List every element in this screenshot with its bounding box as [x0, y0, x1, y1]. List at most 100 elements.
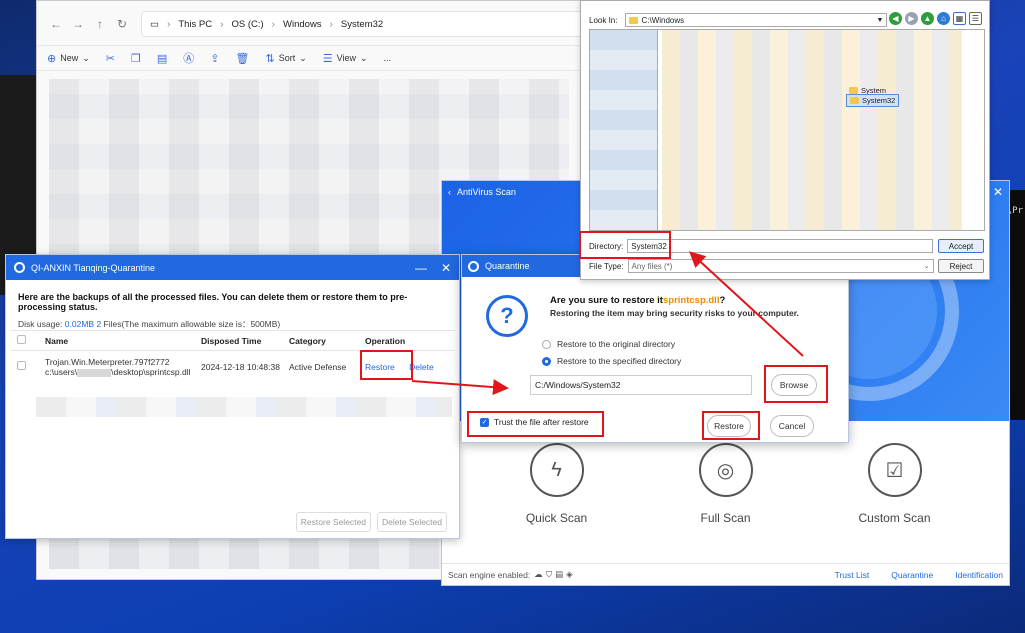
look-in-combo[interactable]: C:\Windows ▼ — [625, 13, 888, 27]
up-arrow-icon[interactable]: ↑ — [89, 13, 111, 35]
restore-path-input[interactable]: C:/Windows/System32 — [530, 375, 752, 395]
reject-button[interactable]: Reject — [938, 259, 984, 273]
minimize-icon[interactable]: — — [415, 261, 427, 275]
blurred-file-area — [662, 30, 962, 230]
restore-dialog: Quarantine ? Are you sure to restore its… — [461, 254, 849, 443]
column-operation: Operation — [359, 330, 455, 351]
breadcrumb-windows[interactable]: Windows — [283, 19, 322, 30]
look-in-row: Look In: C:\Windows ▼ — [589, 13, 888, 27]
custom-scan-button[interactable]: ☑ Custom Scan — [835, 443, 955, 525]
restore-specified-option[interactable]: Restore to the specified directory — [542, 356, 681, 366]
table-header-row: Name Disposed Time Category Operation — [11, 330, 455, 351]
view-icon: ☰ — [322, 52, 333, 65]
new-button[interactable]: ⊕ New ⌄ — [47, 52, 90, 65]
restore-dialog-title: Quarantine — [485, 261, 530, 271]
folder-item-system32[interactable]: System32 — [846, 94, 900, 107]
back-arrow-icon[interactable]: ← — [45, 13, 67, 35]
quarantine-description: Here are the backups of all the processe… — [18, 292, 408, 312]
folder-icon — [849, 87, 858, 94]
antivirus-title: AntiVirus Scan — [457, 187, 516, 197]
qianxin-logo-icon — [14, 262, 25, 273]
blurred-row — [36, 397, 452, 417]
radio-original[interactable] — [542, 339, 551, 349]
delete-button[interactable]: 🗑 — [236, 52, 250, 65]
forward-icon[interactable]: ▶ — [905, 12, 918, 25]
qianxin-logo-icon — [468, 260, 479, 272]
file-chooser-toolbar: ◀ ▶ ▲ ⌂ ▦ ☰ — [889, 12, 982, 25]
delete-selected-button[interactable]: Delete Selected — [376, 512, 447, 532]
chevron-right-icon: › — [220, 18, 224, 30]
sort-icon: ⇅ — [265, 52, 275, 65]
chevron-right-icon: › — [271, 18, 276, 30]
question-icon: ? — [486, 295, 528, 337]
full-scan-icon: ◎ — [698, 443, 753, 497]
directory-input[interactable]: System32 — [627, 239, 934, 253]
column-category: Category — [283, 330, 359, 351]
engine-shield-icon: ⛉ — [545, 569, 553, 579]
share-icon: ⇪ — [210, 52, 220, 65]
quarantine-list-title: QI-ANXIN Tianqing-Quarantine — [31, 262, 156, 273]
close-icon[interactable]: ✕ — [993, 185, 1003, 199]
file-chooser-sidebar — [590, 30, 658, 230]
list-view-icon[interactable]: ▦ — [953, 12, 966, 25]
copy-button[interactable]: ❐ — [131, 52, 141, 65]
restore-filename: sprintcsp.dll — [662, 295, 720, 306]
breadcrumb-this-pc[interactable]: This PC — [178, 19, 212, 30]
column-disposed-time: Disposed Time — [195, 330, 283, 351]
back-icon[interactable]: ◀ — [889, 12, 902, 25]
engine-doc-icon: ▤ — [555, 569, 564, 579]
trust-list-link[interactable]: Trust List — [835, 570, 870, 580]
file-type-combo[interactable]: Any files (*) ⌄ — [627, 259, 934, 273]
quarantine-list-window: QI-ANXIN Tianqing-Quarantine — ✕ Here ar… — [5, 254, 460, 539]
quarantine-list-footer: Restore Selected Delete Selected — [295, 512, 447, 532]
select-all-checkbox[interactable] — [17, 335, 26, 344]
lightning-icon: ϟ — [529, 443, 584, 497]
highlight-trust — [467, 411, 604, 437]
plus-circle-icon: ⊕ — [47, 52, 57, 65]
cut-button[interactable]: ✂ — [106, 52, 115, 65]
chevron-down-icon: ⌄ — [299, 52, 307, 63]
share-button[interactable]: ⇪ — [210, 52, 219, 65]
breadcrumb-system32[interactable]: System32 — [341, 19, 383, 30]
restore-question: Are you sure to restore itsprintcsp.dll? — [550, 295, 726, 306]
forward-arrow-icon[interactable]: → — [67, 13, 89, 35]
more-button[interactable]: ... — [384, 53, 392, 63]
breadcrumb-os-c[interactable]: OS (C:) — [231, 19, 263, 30]
close-icon[interactable]: ✕ — [441, 261, 451, 275]
full-scan-button[interactable]: ◎ Full Scan — [666, 443, 786, 525]
up-folder-icon[interactable]: ▲ — [921, 12, 934, 25]
refresh-icon[interactable]: ↻ — [111, 13, 133, 35]
engine-badge-icon: ◈ — [566, 569, 573, 579]
disposed-time-cell: 2024-12-18 10:48:38 — [201, 361, 280, 372]
file-chooser-dialog: Look In: C:\Windows ▼ ◀ ▶ ▲ ⌂ ▦ ☰ System… — [579, 0, 990, 280]
clipboard-icon: ▤ — [156, 52, 168, 65]
address-bar[interactable]: ▭ › This PC › OS (C:) › Windows › System… — [141, 11, 595, 37]
home-icon[interactable]: ⌂ — [937, 12, 950, 25]
radio-specified[interactable] — [542, 356, 551, 366]
rename-button[interactable]: Ⓐ — [183, 50, 194, 66]
cancel-button[interactable]: Cancel — [770, 415, 814, 437]
highlight-browse — [764, 365, 828, 403]
monitor-icon: ▭ — [150, 18, 159, 30]
redacted-username — [77, 368, 112, 377]
explorer-address-row: ← → ↑ ↻ ▭ › This PC › OS (C:) › Windows … — [37, 9, 595, 39]
quarantine-link[interactable]: Quarantine — [891, 570, 933, 580]
details-view-icon[interactable]: ☰ — [969, 12, 982, 25]
back-chevron-icon[interactable]: ‹ — [448, 187, 451, 197]
chevron-down-icon: ⌄ — [82, 52, 90, 63]
highlight-restore-link — [360, 350, 413, 380]
highlight-restore-button — [702, 411, 760, 440]
row-checkbox[interactable] — [17, 361, 26, 371]
paste-button[interactable]: ▤ — [157, 52, 167, 65]
copy-icon: ❐ — [131, 52, 141, 65]
category-cell: Active Defense — [289, 361, 347, 372]
accept-button[interactable]: Accept — [938, 239, 984, 253]
quarantine-list-title-bar: QI-ANXIN Tianqing-Quarantine — ✕ — [6, 255, 459, 280]
sort-button[interactable]: ⇅ Sort ⌄ — [265, 52, 306, 65]
scissors-icon: ✂ — [105, 52, 115, 65]
quick-scan-button[interactable]: ϟ Quick Scan — [497, 443, 617, 525]
restore-original-option[interactable]: Restore to the original directory — [542, 339, 675, 349]
restore-selected-button[interactable]: Restore Selected — [295, 512, 371, 532]
view-button[interactable]: ☰ View ⌄ — [323, 52, 368, 65]
identification-link[interactable]: Identification — [955, 570, 1003, 580]
